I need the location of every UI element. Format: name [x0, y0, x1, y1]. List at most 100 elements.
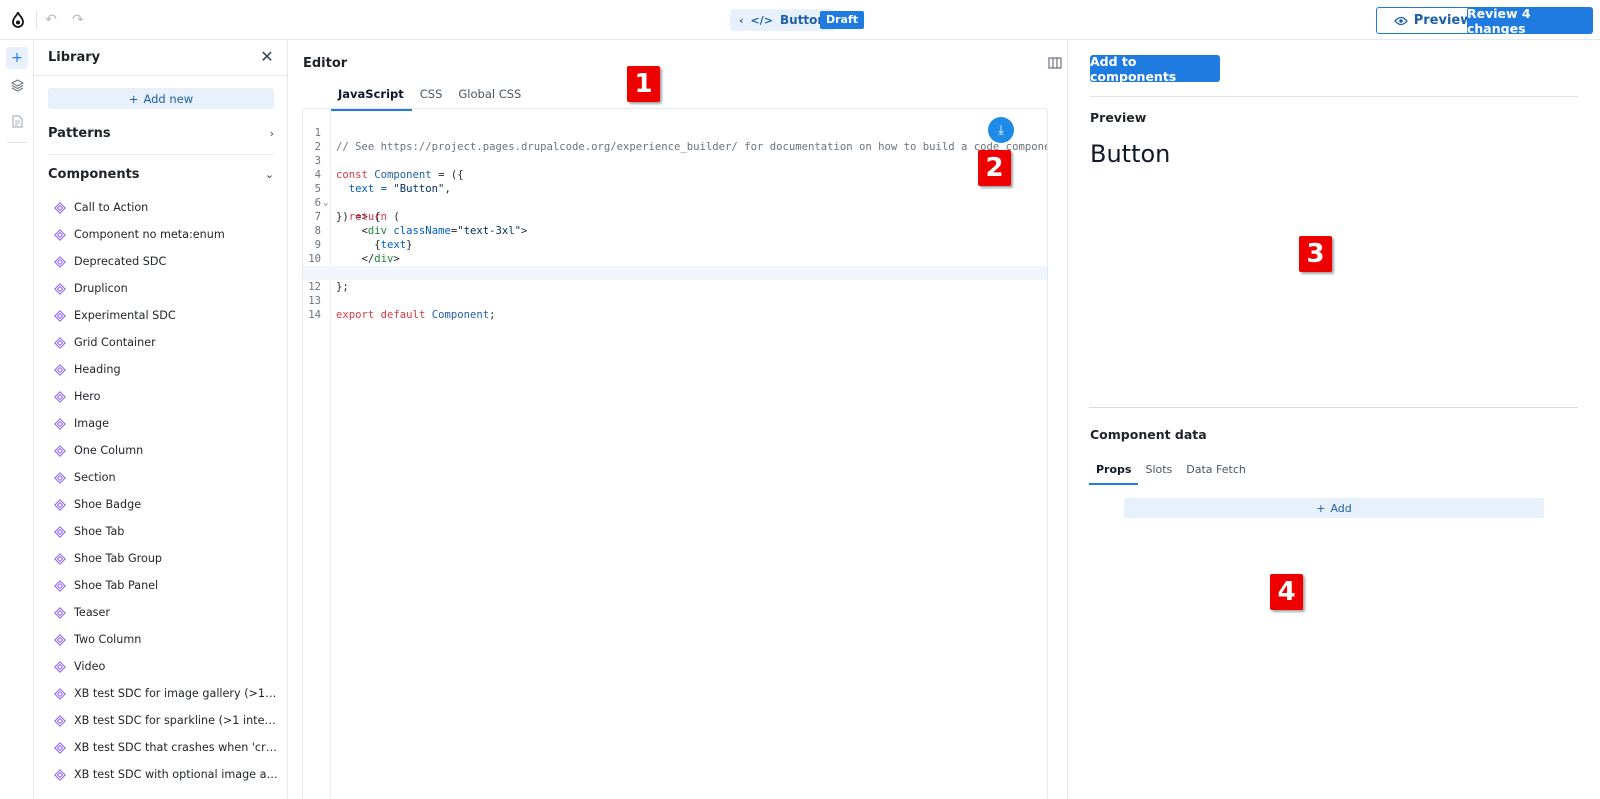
list-item[interactable]: Shoe Tab Panel — [54, 572, 280, 599]
annotation-marker-3: 3 — [1299, 236, 1332, 272]
code-line: 13 export default Component; — [308, 295, 496, 321]
component-icon — [54, 282, 66, 295]
drupal-logo-icon[interactable] — [9, 11, 27, 29]
add-to-components-button[interactable]: Add to components — [1090, 54, 1220, 84]
list-item-label: Hero — [74, 390, 101, 403]
add-prop-button[interactable]: + Add — [1124, 498, 1544, 518]
component-icon — [54, 525, 66, 538]
list-item[interactable]: Shoe Tab Group — [54, 545, 280, 572]
list-item[interactable]: XB test SDC that crashes when 'crash… — [54, 734, 280, 761]
preview-button-label: Preview — [1413, 13, 1473, 28]
annotation-marker-2: 2 — [978, 150, 1011, 186]
list-item-label: Grid Container — [74, 336, 156, 349]
add-new-button[interactable]: + Add new — [48, 88, 274, 109]
list-item[interactable]: Experimental SDC — [54, 302, 280, 329]
patterns-label: Patterns — [48, 126, 111, 141]
list-item[interactable]: Call to Action — [54, 194, 280, 221]
code-icon: </> — [750, 13, 773, 27]
chevron-right-icon: › — [269, 127, 274, 140]
component-icon — [54, 444, 66, 457]
list-item-label: Deprecated SDC — [74, 255, 167, 268]
list-item[interactable]: Shoe Tab — [54, 518, 280, 545]
component-icon — [54, 201, 66, 214]
list-item[interactable]: Image — [54, 410, 280, 437]
review-changes-button[interactable]: Review 4 changes — [1467, 6, 1593, 36]
code-line-active: 12 — [303, 266, 1047, 293]
add-prop-label: Add — [1330, 501, 1352, 515]
code-line: 14 — [308, 309, 321, 321]
list-item-label: Shoe Tab — [74, 525, 125, 538]
divider — [36, 10, 37, 30]
right-panel: Add to components Preview Button Compone… — [1069, 40, 1600, 799]
list-item[interactable]: Component no meta:enum — [54, 221, 280, 248]
split-view-icon[interactable] — [1048, 56, 1062, 70]
code-line: 8 {text} — [314, 225, 413, 251]
preview-output: Button — [1090, 140, 1171, 168]
redo-icon[interactable]: ↷ — [70, 12, 86, 28]
tab-javascript[interactable]: JavaScript — [330, 84, 412, 111]
list-item[interactable]: XB test SDC for image gallery (>1 ima… — [54, 680, 280, 707]
components-list: Call to Action Component no meta:enum Depr… — [54, 194, 280, 788]
list-item-label: Two Column — [74, 633, 142, 646]
download-icon[interactable]: ⤓ — [988, 117, 1014, 143]
divider — [34, 75, 287, 76]
add-new-label: Add new — [143, 91, 194, 106]
tab-slots[interactable]: Slots — [1138, 460, 1179, 485]
tab-data-fetch[interactable]: Data Fetch — [1179, 460, 1253, 485]
component-icon — [54, 687, 66, 700]
component-icon — [54, 309, 66, 322]
patterns-section[interactable]: Patterns › — [48, 126, 274, 141]
component-icon — [54, 633, 66, 646]
code-editor[interactable]: 1 // See https://project.pages.drupalcod… — [302, 108, 1048, 799]
list-item[interactable]: Druplicon — [54, 275, 280, 302]
divider — [1090, 96, 1578, 97]
list-item[interactable]: Deprecated SDC — [54, 248, 280, 275]
library-panel: Library ✕ + Add new Patterns › Component… — [34, 40, 288, 799]
list-item[interactable]: XB test SDC with optional image and … — [54, 761, 280, 788]
tab-props[interactable]: Props — [1089, 460, 1139, 485]
chevron-left-icon: ‹ — [739, 13, 744, 27]
list-item[interactable]: Hero — [54, 383, 280, 410]
list-item-label: Experimental SDC — [74, 309, 176, 322]
components-label: Components — [48, 167, 140, 182]
list-item[interactable]: Teaser — [54, 599, 280, 626]
list-item-label: Component no meta:enum — [74, 228, 225, 241]
code-line: 10 ); — [308, 253, 361, 279]
plus-icon[interactable]: + — [6, 47, 28, 69]
list-item[interactable]: XB test SDC for sparkline (>1 integer… — [54, 707, 280, 734]
list-item[interactable]: Shoe Badge — [54, 491, 280, 518]
close-icon[interactable]: ✕ — [258, 48, 276, 66]
code-line: 2 — [314, 141, 321, 153]
component-icon — [54, 714, 66, 727]
status-badge: Draft — [820, 11, 865, 29]
components-section[interactable]: Components ⌄ — [48, 167, 274, 182]
component-data-tabs: Props Slots Data Fetch — [1089, 460, 1253, 485]
list-item-label: Call to Action — [74, 201, 149, 214]
list-item[interactable]: Video — [54, 653, 280, 680]
list-item-label: Image — [74, 417, 110, 430]
tab-css[interactable]: CSS — [412, 84, 451, 111]
component-icon — [54, 471, 66, 484]
list-item[interactable]: Two Column — [54, 626, 280, 653]
document-icon[interactable] — [6, 110, 28, 132]
code-line: 3 const Component = ({ — [314, 155, 464, 181]
component-icon — [54, 417, 66, 430]
plus-icon: + — [128, 91, 139, 106]
undo-icon[interactable]: ↶ — [43, 12, 59, 28]
preview-heading: Preview — [1090, 110, 1147, 125]
editor-tabs: JavaScript CSS Global CSS — [330, 84, 529, 111]
code-line: 4 text = "Button", — [314, 169, 451, 195]
code-line: 7 <div className="text-3xl"> — [314, 211, 528, 237]
component-icon — [54, 768, 66, 781]
list-item-label: Heading — [74, 363, 121, 376]
layers-icon[interactable] — [6, 74, 28, 96]
list-item-label: Shoe Tab Group — [74, 552, 163, 565]
tab-global-css[interactable]: Global CSS — [450, 84, 529, 111]
list-item[interactable]: Section — [54, 464, 280, 491]
list-item[interactable]: Grid Container — [54, 329, 280, 356]
component-icon — [54, 660, 66, 673]
list-item[interactable]: Heading — [54, 356, 280, 383]
chevron-down-icon: ⌄ — [264, 168, 274, 181]
eye-icon — [1393, 16, 1408, 25]
list-item[interactable]: One Column — [54, 437, 280, 464]
